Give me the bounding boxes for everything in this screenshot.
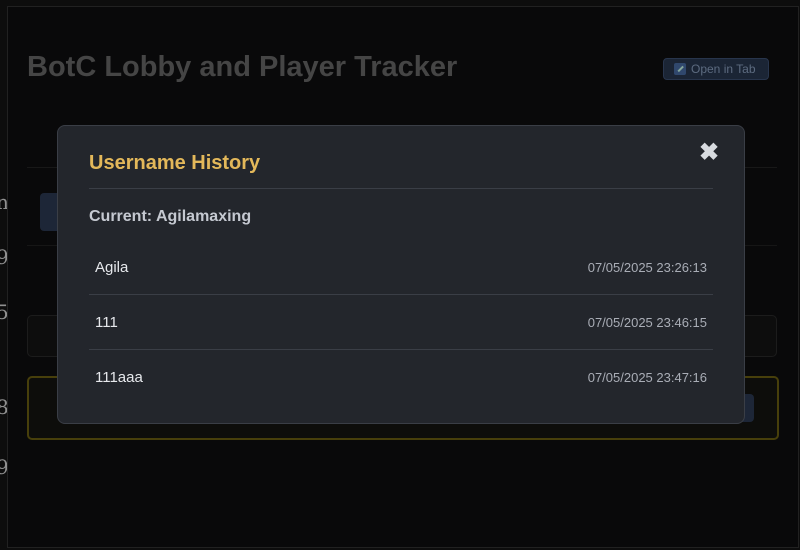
close-icon[interactable]: ✖ (699, 141, 719, 165)
history-timestamp: 07/05/2025 23:46:15 (587, 314, 707, 330)
modal-divider (89, 188, 713, 189)
history-timestamp: 07/05/2025 23:47:16 (587, 370, 707, 385)
history-username: 111aaa (95, 369, 143, 386)
history-timestamp: 07/05/2025 23:26:13 (587, 259, 707, 275)
modal-title: Username History (89, 152, 261, 174)
history-username: 111 (95, 313, 118, 331)
current-username: Current: Agilamaxing (89, 208, 252, 225)
history-row: 111aaa 07/05/2025 23:47:16 (89, 350, 713, 405)
history-username: Agila (95, 258, 129, 276)
username-history-modal: Username History ✖ Current: Agilamaxing … (57, 125, 745, 424)
username-history-list: Agila 07/05/2025 23:26:13 111 07/05/2025… (89, 240, 713, 405)
history-row: Agila 07/05/2025 23:26:13 (89, 240, 713, 295)
history-row: 111 07/05/2025 23:46:15 (89, 295, 713, 350)
